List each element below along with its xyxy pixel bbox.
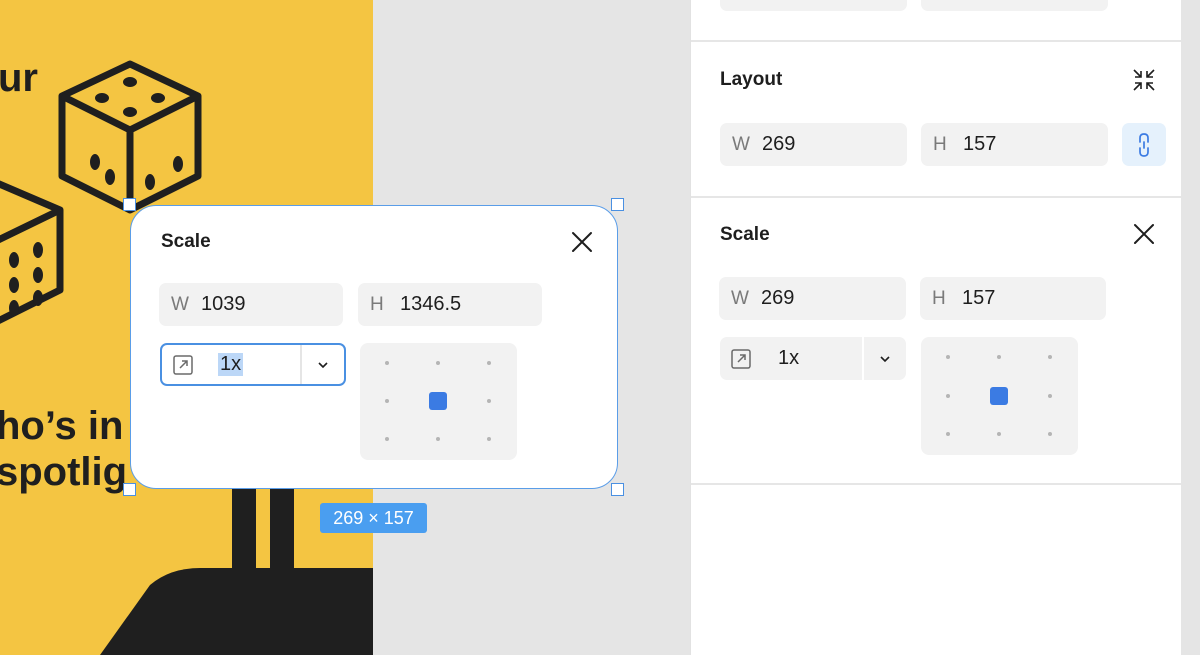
height-label: H <box>932 287 946 309</box>
resize-handle-top-right[interactable] <box>611 198 624 211</box>
layout-width-field[interactable]: W 269 <box>720 123 907 166</box>
scale-value: 1x <box>778 347 800 369</box>
resize-handle-bottom-left[interactable] <box>123 483 136 496</box>
anchor-point[interactable] <box>436 437 440 441</box>
chevron-down-icon[interactable] <box>862 337 906 380</box>
anchor-center-selected[interactable] <box>429 392 447 410</box>
resize-handle-top-left[interactable] <box>123 198 136 211</box>
close-icon[interactable] <box>1131 221 1157 247</box>
scale-value: 1x <box>218 353 244 376</box>
artwork-text-top: ur <box>0 56 38 100</box>
width-value: 269 <box>761 287 795 309</box>
card-width-field[interactable]: W 1039 <box>159 283 343 326</box>
anchor-point[interactable] <box>487 361 491 365</box>
scale-width-field[interactable]: W 269 <box>719 277 906 320</box>
dice-illustration <box>58 60 202 214</box>
field-partial[interactable] <box>921 0 1108 11</box>
width-label: W <box>731 287 749 309</box>
height-value: 1346.5 <box>400 293 462 315</box>
width-value: 269 <box>762 133 796 155</box>
scale-select[interactable]: 1x <box>720 337 906 380</box>
card-scale-select[interactable]: 1x <box>160 343 346 386</box>
link-icon[interactable] <box>1122 123 1166 166</box>
chevron-down-icon[interactable] <box>300 345 344 384</box>
width-label: W <box>732 133 750 155</box>
anchor-grid[interactable] <box>360 343 517 460</box>
scrollbar-gutter <box>1181 0 1200 655</box>
scale-icon <box>720 337 762 380</box>
scale-height-field[interactable]: H 157 <box>920 277 1106 320</box>
anchor-point[interactable] <box>1048 394 1052 398</box>
divider <box>691 196 1182 198</box>
anchor-point[interactable] <box>946 394 950 398</box>
resize-handle-bottom-right[interactable] <box>611 483 624 496</box>
anchor-point[interactable] <box>946 432 950 436</box>
card-height-field[interactable]: H 1346.5 <box>358 283 542 326</box>
width-label: W <box>171 293 189 315</box>
divider <box>691 40 1182 42</box>
card-title: Scale <box>161 231 211 252</box>
anchor-point[interactable] <box>385 361 389 365</box>
properties-panel: Layout W 269 H 157 Scale W 269 H 157 1x <box>690 0 1182 655</box>
width-value: 1039 <box>201 293 246 315</box>
layout-section-title: Layout <box>720 69 783 90</box>
scale-icon <box>162 345 204 384</box>
height-value: 157 <box>962 287 996 309</box>
field-partial[interactable] <box>720 0 907 11</box>
collapse-icon[interactable] <box>1130 66 1158 94</box>
anchor-center-selected[interactable] <box>990 387 1008 405</box>
anchor-point[interactable] <box>436 361 440 365</box>
anchor-grid[interactable] <box>921 337 1078 455</box>
artwork-text-line1: ho’s in <box>0 404 124 448</box>
anchor-point[interactable] <box>487 399 491 403</box>
height-label: H <box>370 293 384 315</box>
anchor-point[interactable] <box>1048 355 1052 359</box>
anchor-point[interactable] <box>1048 432 1052 436</box>
anchor-point[interactable] <box>946 355 950 359</box>
dice-illustration <box>0 180 64 324</box>
anchor-point[interactable] <box>487 437 491 441</box>
height-label: H <box>933 133 947 155</box>
divider <box>691 483 1182 485</box>
height-value: 157 <box>963 133 997 155</box>
anchor-point[interactable] <box>997 355 1001 359</box>
close-icon[interactable] <box>569 229 595 255</box>
anchor-point[interactable] <box>997 432 1001 436</box>
size-badge: 269 × 157 <box>320 503 427 533</box>
anchor-point[interactable] <box>385 399 389 403</box>
anchor-point[interactable] <box>385 437 389 441</box>
scale-section-title: Scale <box>720 224 770 245</box>
scale-card-selected[interactable]: Scale W 1039 H 1346.5 1x <box>130 205 618 489</box>
layout-height-field[interactable]: H 157 <box>921 123 1108 166</box>
